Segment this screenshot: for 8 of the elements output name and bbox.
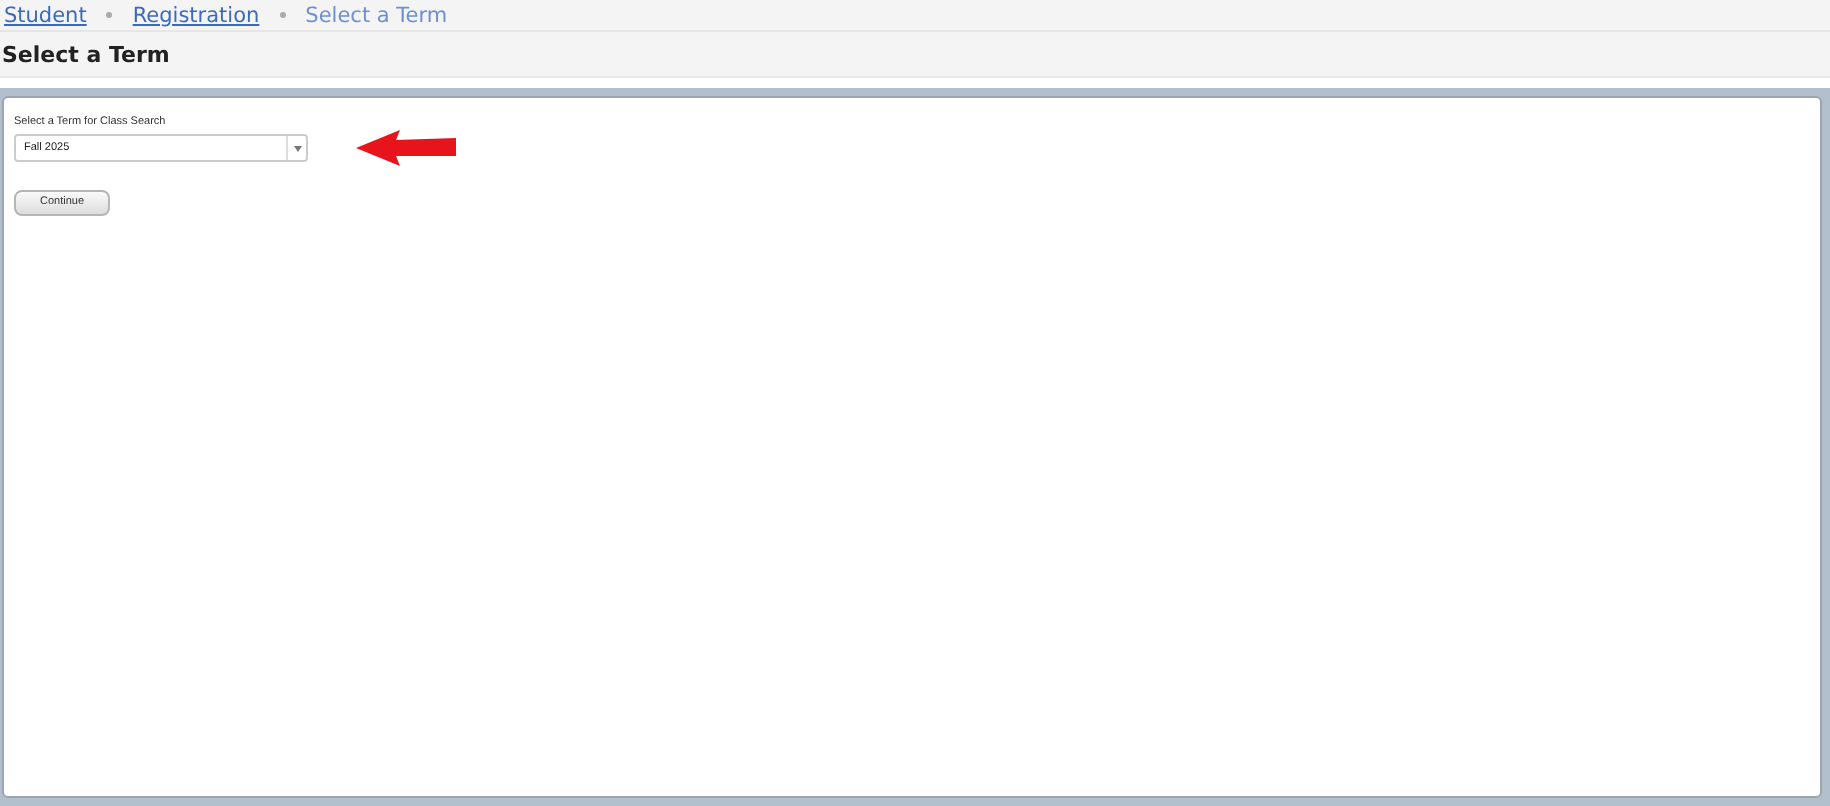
- caret-icon: [293, 145, 301, 151]
- page-title: Select a Term: [2, 41, 170, 67]
- pointer-arrow: [356, 130, 456, 166]
- breadcrumb-current: Select a Term: [305, 3, 448, 27]
- breadcrumb-link[interactable]: Registration: [132, 3, 260, 27]
- separator-dot: [106, 12, 113, 18]
- breadcrumb-link[interactable]: Student: [4, 3, 87, 27]
- separator-dot: [279, 12, 286, 18]
